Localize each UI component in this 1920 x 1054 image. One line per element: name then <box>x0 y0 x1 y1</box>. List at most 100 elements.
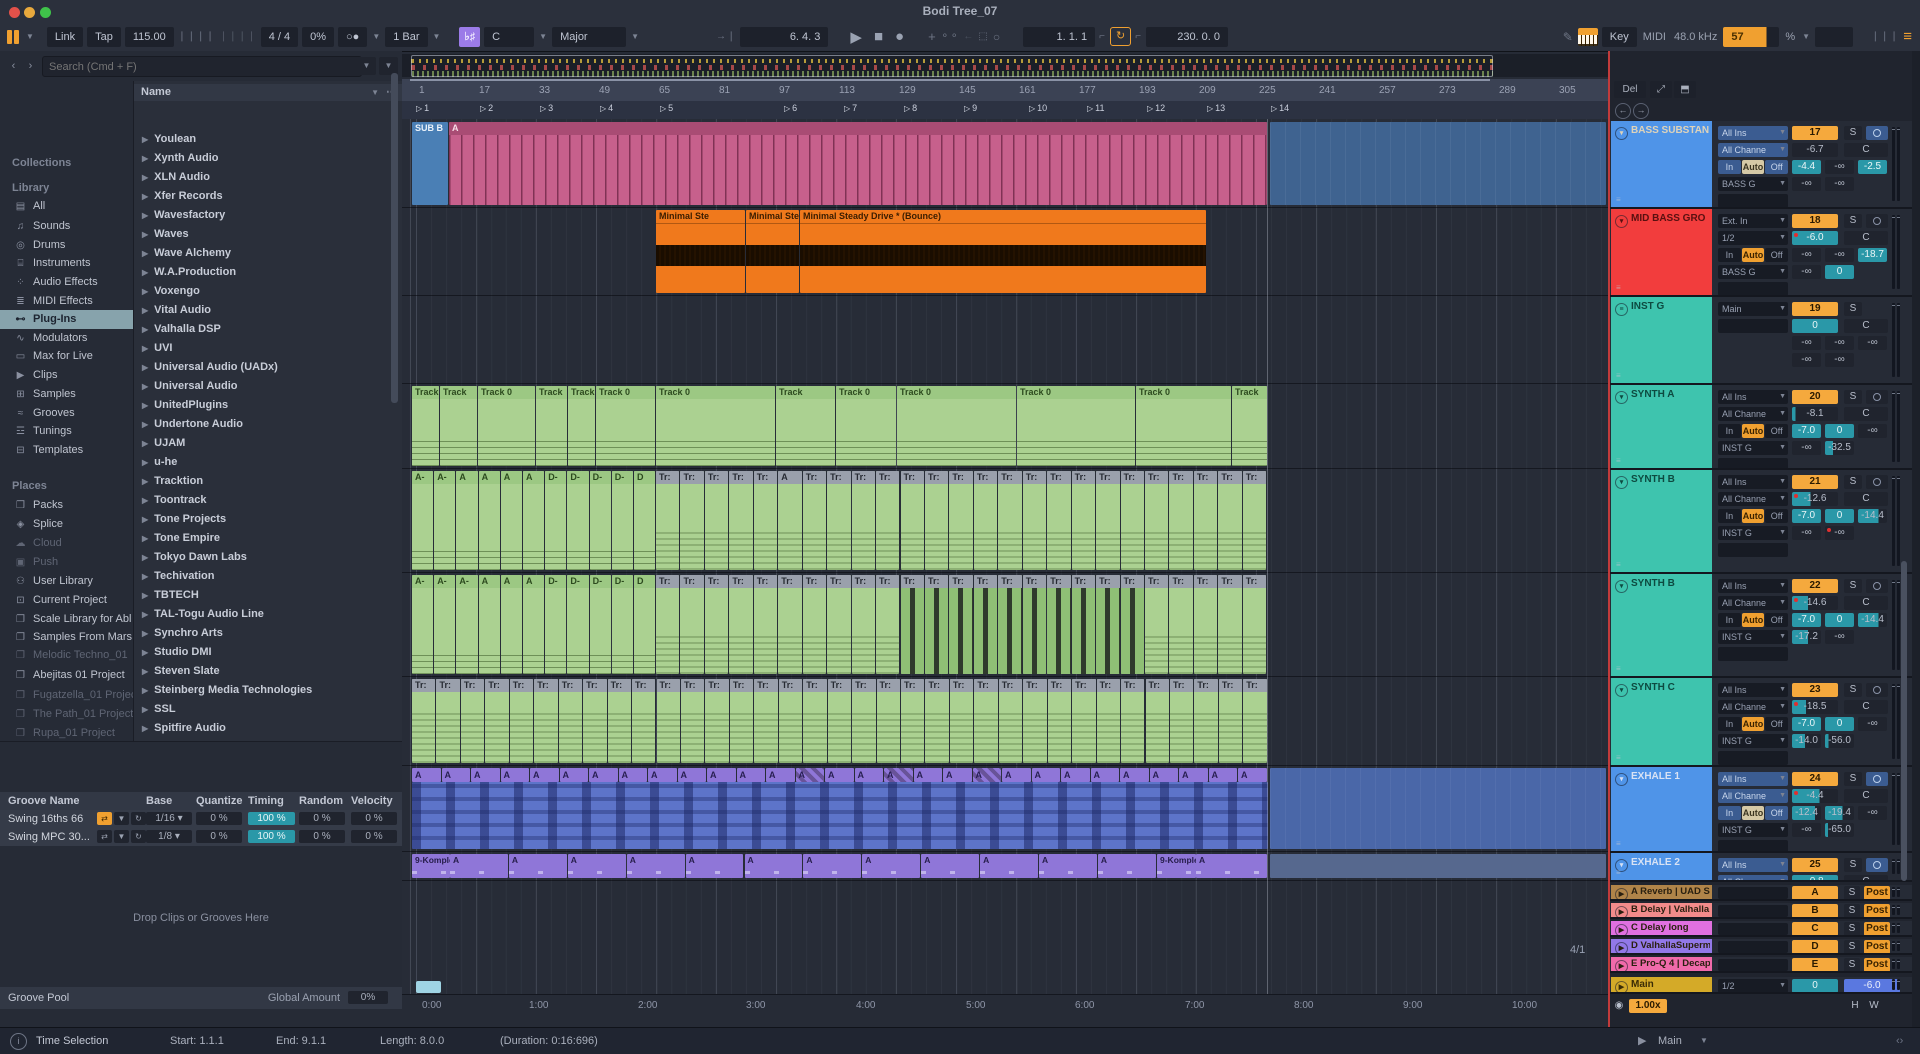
clip-tr[interactable]: Tr: <box>1218 575 1241 674</box>
nudge-up-icon[interactable]: ❘❘❘❘ <box>219 31 257 42</box>
list-item-tracktion[interactable]: ▶Tracktion <box>134 472 403 491</box>
clip-tr[interactable]: Tr: <box>852 471 875 570</box>
io-selector[interactable]: INST G▼ <box>1718 526 1788 540</box>
lock-envelopes-icon[interactable]: ⬒ <box>1674 81 1696 98</box>
play-circle-icon[interactable]: ▶ <box>1615 960 1628 971</box>
io-selector[interactable] <box>1718 319 1788 333</box>
sidebar-item-splice[interactable]: ◈Splice <box>0 515 133 534</box>
play-circle-icon[interactable]: ▶ <box>1615 924 1628 935</box>
send-field[interactable]: -7.0 <box>1792 424 1821 438</box>
clip-d[interactable]: D- <box>612 575 633 674</box>
clip-a[interactable]: A- <box>412 575 433 674</box>
clip-a[interactable]: A <box>1179 768 1208 782</box>
clip-tr[interactable]: Tr: <box>1121 471 1144 570</box>
groove-row[interactable]: Swing MPC 30...⇄▼↻1/8 ▾0 %100 %0 %0 % <box>0 828 402 847</box>
sidebar-item-samples[interactable]: ⊞Samples <box>0 385 133 404</box>
sidebar-item-audio-effects[interactable]: ⁘Audio Effects <box>0 273 133 292</box>
overview-visible-region[interactable] <box>411 55 1493 77</box>
monitor-in[interactable]: In <box>1718 160 1741 174</box>
delete-locator-button[interactable]: Del <box>1614 81 1646 98</box>
output-context-label[interactable]: Main <box>1658 1028 1682 1054</box>
clip-tr[interactable]: Tr: <box>1048 679 1071 763</box>
list-item-universal-audio[interactable]: ▶Universal Audio <box>134 377 403 396</box>
disclosure-triangle-icon[interactable]: ▶ <box>134 572 154 581</box>
solo-button[interactable]: S <box>1844 772 1862 786</box>
pan-knob[interactable] <box>1866 390 1888 404</box>
send-field[interactable]: -∞ <box>1792 336 1821 350</box>
clip-tr[interactable]: Tr: <box>1047 471 1070 570</box>
disclosure-triangle-icon[interactable]: ▶ <box>134 667 154 676</box>
groove-row[interactable]: Swing 16ths 66⇄▼↻1/16 ▾0 %100 %0 %0 % <box>0 810 402 829</box>
clip-tr[interactable]: Tr: <box>1194 679 1217 763</box>
clip-tr[interactable]: Tr: <box>949 575 972 674</box>
send-field[interactable]: -∞ <box>1792 177 1821 191</box>
clip-tr[interactable]: Tr: <box>1169 471 1192 570</box>
sidebar-item-tunings[interactable]: ☲Tunings <box>0 422 133 441</box>
clip-a[interactable]: A <box>479 575 500 674</box>
width-zoom-button[interactable]: W <box>1866 999 1882 1013</box>
disclosure-triangle-icon[interactable]: ▶ <box>134 211 154 220</box>
record-button[interactable]: ● <box>891 28 908 45</box>
send-field[interactable]: -7.0 <box>1792 613 1821 627</box>
clip-tr[interactable]: Tr: <box>1072 575 1095 674</box>
track-header-bass-substan[interactable]: ▾BASS SUBSTAN≡All Ins▼All Channe▼InAutoO… <box>1610 121 1920 209</box>
post-toggle[interactable]: Post <box>1864 940 1890 954</box>
unfold-handle-icon[interactable]: ≡ <box>1616 753 1621 762</box>
track-number[interactable]: 19 <box>1792 302 1838 316</box>
send-field[interactable]: -∞ <box>1792 526 1821 540</box>
pan-knob[interactable] <box>1866 579 1888 593</box>
sidebar-item-abejitas-01-project[interactable]: ❐Abejitas 01 Project <box>0 666 133 685</box>
chevron-down-icon[interactable]: ▼ <box>630 32 640 41</box>
monitor-in[interactable]: In <box>1718 613 1741 627</box>
monitor-off[interactable]: Off <box>1765 613 1788 627</box>
clip-a[interactable]: A <box>619 768 648 782</box>
unfold-handle-icon[interactable]: ≡ <box>1616 868 1621 877</box>
clip-tr[interactable]: Tr: <box>852 575 875 674</box>
chevron-down-icon[interactable]: ▼ <box>432 32 442 41</box>
list-item-ujam[interactable]: ▶UJAM <box>134 434 403 453</box>
return-letter[interactable]: D <box>1792 940 1838 954</box>
return-color-block[interactable]: ▶E Pro-Q 4 | Decap <box>1611 957 1712 971</box>
clip-a[interactable]: A <box>707 768 736 782</box>
monitor-switches[interactable]: InAutoOff <box>1718 248 1788 262</box>
send-field[interactable]: 0 <box>1825 509 1854 523</box>
track-fold-icon[interactable]: ▾ <box>1615 684 1628 697</box>
list-item-toontrack[interactable]: ▶Toontrack <box>134 491 403 510</box>
solo-button[interactable]: S <box>1844 886 1860 900</box>
disclosure-triangle-icon[interactable]: ▶ <box>134 591 154 600</box>
follow-button[interactable]: →❘ <box>716 31 736 42</box>
disclosure-triangle-icon[interactable]: ▶ <box>134 173 154 182</box>
clip-tr[interactable]: Tr: <box>730 679 753 763</box>
send-field[interactable]: -∞ <box>1792 353 1821 367</box>
clip-tr[interactable]: Tr: <box>485 679 508 763</box>
clip-tr[interactable]: Tr: <box>680 575 703 674</box>
return-io[interactable] <box>1718 959 1788 971</box>
list-item-xfer-records[interactable]: ▶Xfer Records <box>134 187 403 206</box>
list-item-w-a-production[interactable]: ▶W.A.Production <box>134 263 403 282</box>
monitor-auto[interactable]: Auto <box>1742 806 1765 820</box>
clip-a[interactable]: A <box>921 854 979 878</box>
track-header-synth-b[interactable]: ▾SYNTH B≡All Ins▼All Channe▼InAutoOffINS… <box>1610 470 1920 574</box>
track-number[interactable]: 25 <box>1792 858 1838 872</box>
global-amount-field[interactable]: 0% <box>348 991 388 1004</box>
clip-tr[interactable]: Tr: <box>950 679 973 763</box>
groove-value[interactable]: 0 % <box>351 812 397 825</box>
return-letter[interactable]: A <box>1792 886 1838 900</box>
loop-switch[interactable]: ↻ <box>1110 27 1131 46</box>
io-selector[interactable]: All Ins▼ <box>1718 126 1788 140</box>
solo-button[interactable]: S <box>1844 904 1860 918</box>
sidebar-item-push[interactable]: ▣Push <box>0 553 133 572</box>
clip-tr[interactable]: Tr: <box>754 575 777 674</box>
locator-flag[interactable]: ▷4 <box>600 103 613 113</box>
clip-a[interactable]: A <box>1196 854 1267 878</box>
list-item-unitedplugins[interactable]: ▶UnitedPlugins <box>134 396 403 415</box>
list-item-xln-audio[interactable]: ▶XLN Audio <box>134 168 403 187</box>
send-field[interactable]: -∞ <box>1858 717 1887 731</box>
cue-volume[interactable]: 0 <box>1792 979 1838 993</box>
draw-mode-icon[interactable]: ✎ <box>1563 30 1574 44</box>
io-selector[interactable]: All Ins▼ <box>1718 579 1788 593</box>
send-field[interactable]: 0 <box>1825 613 1854 627</box>
groove-amount-field[interactable]: 0% <box>302 27 334 47</box>
locator-row[interactable]: ▷1▷2▷3▷4▷5▷6▷7▷8▷9▷10▷11▷12▷13▷14 <box>402 101 1608 120</box>
clip-tr[interactable]: Tr: <box>827 575 850 674</box>
